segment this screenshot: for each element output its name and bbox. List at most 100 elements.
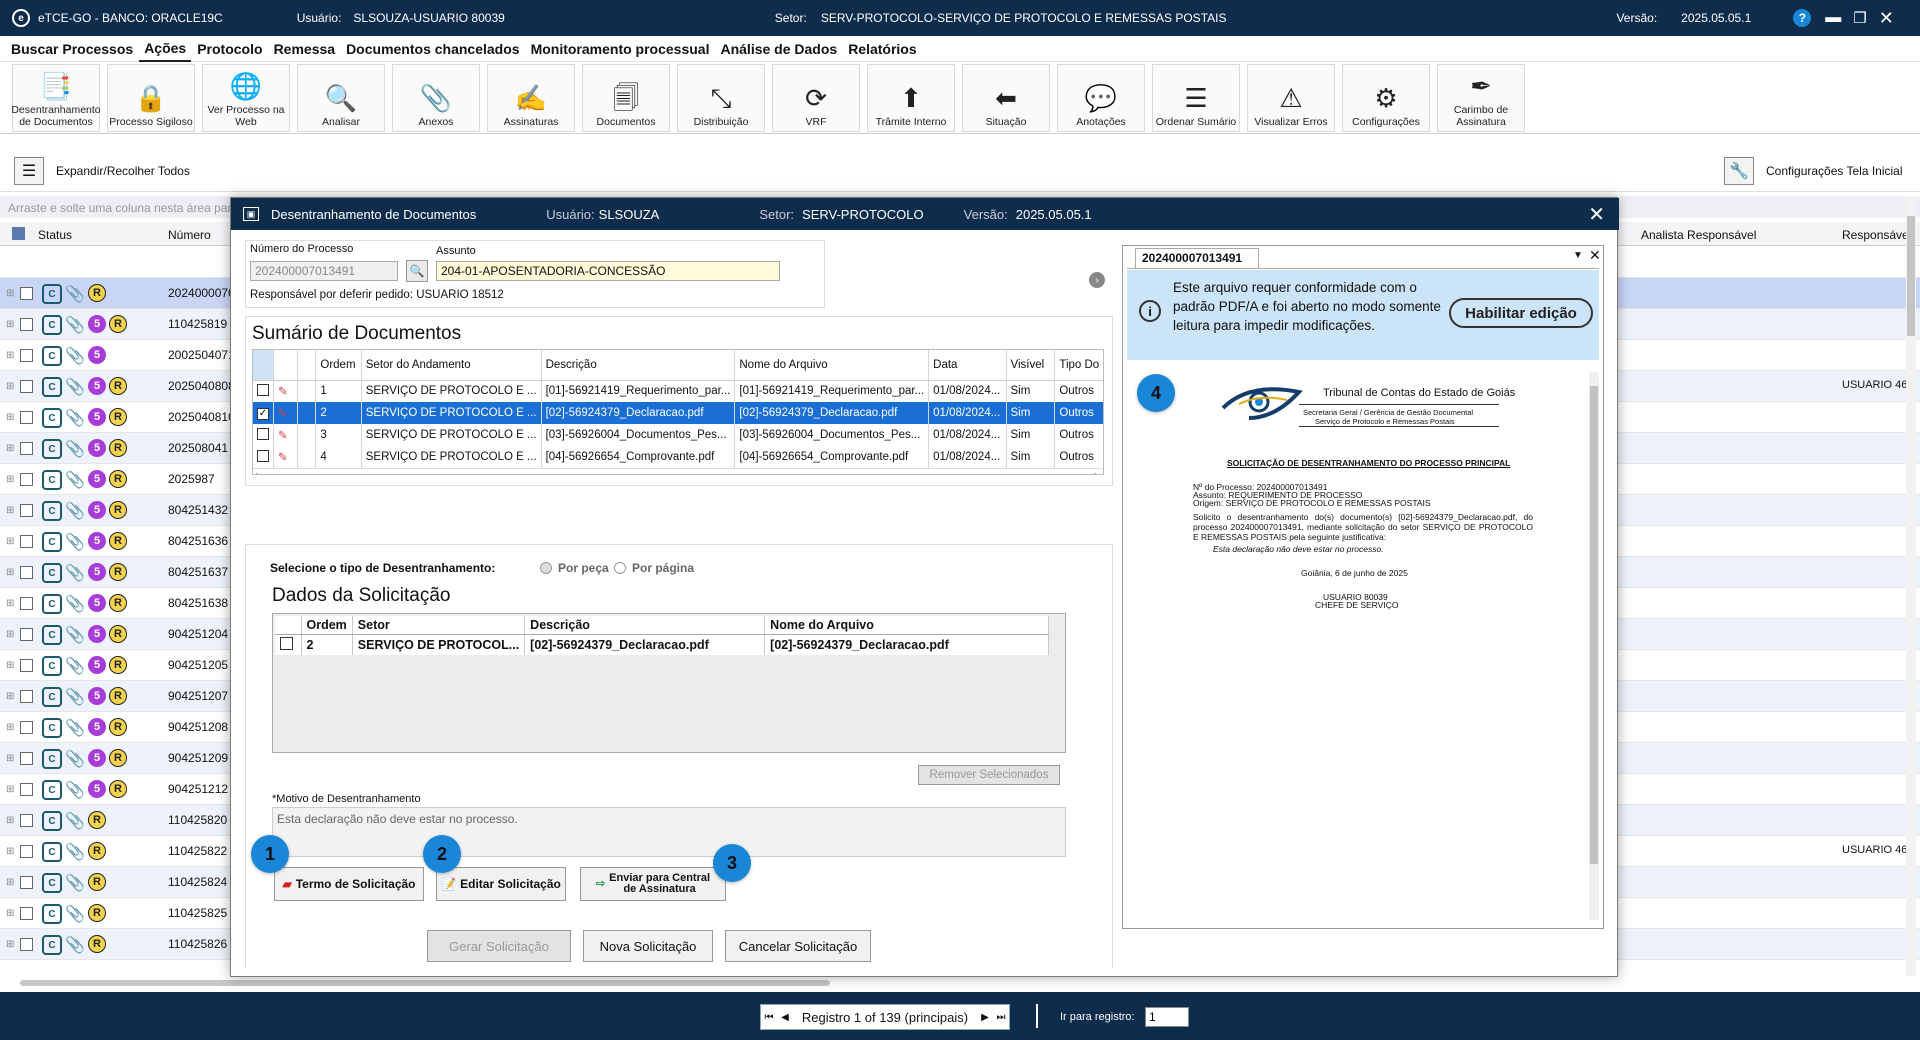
pdf-tab[interactable]: 202400007013491 (1135, 248, 1259, 268)
config-home-button[interactable]: Configurações Tela Inicial (1766, 164, 1903, 178)
expand-row-icon[interactable]: ⊞ (6, 567, 14, 578)
ribbon-button-2[interactable]: 🌐 Ver Processo na Web (202, 64, 290, 132)
minimize-icon[interactable]: ▬ (1825, 9, 1841, 27)
expand-row-icon[interactable]: ⊞ (6, 350, 14, 361)
expand-row-icon[interactable]: ⊞ (6, 412, 14, 423)
prev-page-icon[interactable]: ◀ (777, 1012, 793, 1023)
row-checkbox[interactable] (20, 318, 33, 331)
ribbon-button-5[interactable]: ✍ Assinaturas (487, 64, 575, 132)
grid-vscrollbar[interactable] (1906, 196, 1916, 976)
row-checkbox[interactable] (20, 938, 33, 951)
goto-input[interactable] (1145, 1007, 1189, 1027)
ribbon-button-13[interactable]: ⚠ Visualizar Erros (1247, 64, 1335, 132)
motivo-textarea[interactable]: Esta declaração não deve estar no proces… (272, 807, 1066, 857)
ribbon-button-8[interactable]: ⟳ VRF (772, 64, 860, 132)
expand-row-icon[interactable]: ⊞ (6, 598, 14, 609)
help-icon[interactable]: ? (1793, 9, 1812, 27)
ribbon-button-10[interactable]: ⬅ Situação (962, 64, 1050, 132)
row-checkbox[interactable] (20, 411, 33, 424)
row-checkbox[interactable] (20, 349, 33, 362)
pdf-vscrollbar[interactable] (1589, 372, 1599, 920)
sumario-checkbox-cell[interactable] (253, 380, 274, 402)
sumario-row[interactable]: ✎ 4 SERVIÇO DE PROTOCOLO E ... [04]-5692665… (253, 446, 1103, 468)
ribbon-button-15[interactable]: ✒ Carimbo de Assinatura (1437, 64, 1525, 132)
radio-por-peca[interactable] (540, 562, 552, 574)
menu-item-7[interactable]: Relatórios (843, 37, 921, 61)
col-numero[interactable]: Número (168, 228, 211, 242)
expand-collapse-icon[interactable]: ☰ (14, 157, 44, 185)
cancelar-solicitacao-button[interactable]: Cancelar Solicitação (725, 930, 871, 962)
tab-close-icon[interactable]: ✕ (1589, 247, 1601, 264)
sum-col-ordem[interactable]: Ordem (315, 350, 362, 381)
expand-row-icon[interactable]: ⊞ (6, 691, 14, 702)
expand-row-icon[interactable]: ⊞ (6, 722, 14, 733)
menu-item-1[interactable]: Ações (139, 36, 192, 62)
remover-selecionados-button[interactable]: Remover Selecionados (918, 765, 1060, 785)
expand-row-icon[interactable]: ⊞ (6, 474, 14, 485)
sumario-checkbox-cell[interactable] (253, 446, 274, 468)
numero-input[interactable]: 202400007013491 (250, 261, 398, 281)
tab-dropdown-icon[interactable]: ▼ (1573, 250, 1583, 261)
wrench-icon[interactable]: 🔧 (1724, 157, 1754, 185)
sumario-checkbox[interactable] (257, 383, 269, 396)
row-checkbox[interactable] (20, 442, 33, 455)
menu-item-3[interactable]: Remessa (269, 37, 341, 61)
first-page-icon[interactable]: ⏮ (761, 1012, 777, 1023)
ribbon-button-0[interactable]: 📑 Desentranhamento de Documentos (11, 64, 101, 132)
column-chooser-icon[interactable] (12, 227, 25, 240)
nova-solicitacao-button[interactable]: Nova Solicitação (583, 930, 713, 962)
sumario-row[interactable]: ✓ ✎ 2 SERVIÇO DE PROTOCOLO E ... [02]-569243… (253, 402, 1103, 424)
gerar-solicitacao-button[interactable]: Gerar Solicitação (427, 930, 571, 962)
row-checkbox[interactable] (20, 752, 33, 765)
expand-row-icon[interactable]: ⊞ (6, 753, 14, 764)
row-checkbox[interactable] (20, 535, 33, 548)
dados-col-arquivo[interactable]: Nome do Arquivo (764, 616, 1049, 635)
row-checkbox[interactable] (20, 783, 33, 796)
ribbon-button-3[interactable]: 🔍 Analisar (297, 64, 385, 132)
row-checkbox[interactable] (20, 628, 33, 641)
row-checkbox[interactable] (20, 597, 33, 610)
expand-row-icon[interactable]: ⊞ (6, 784, 14, 795)
row-checkbox[interactable] (20, 473, 33, 486)
expand-row-icon[interactable]: ⊞ (6, 815, 14, 826)
expand-row-icon[interactable]: ⊞ (6, 939, 14, 950)
sumario-row[interactable]: ✎ 1 SERVIÇO DE PROTOCOLO E ... [01]-5692141… (253, 380, 1103, 402)
search-icon[interactable]: 🔍 (406, 260, 428, 282)
termo-solicitacao-button[interactable]: ▰ Termo de Solicitação (274, 867, 424, 901)
menu-item-6[interactable]: Análise de Dados (715, 37, 842, 61)
sumario-checkbox[interactable] (257, 427, 269, 440)
sumario-checkbox[interactable]: ✓ (257, 407, 269, 420)
sum-col-setor[interactable]: Setor do Andamento (361, 350, 542, 381)
ribbon-button-9[interactable]: ⬆ Trâmite Interno (867, 64, 955, 132)
menu-item-4[interactable]: Documentos chancelados (341, 37, 525, 61)
expand-row-icon[interactable]: ⊞ (6, 908, 14, 919)
ribbon-button-12[interactable]: ☰ Ordenar Sumário (1152, 64, 1240, 132)
radio-por-pagina[interactable] (614, 562, 626, 574)
row-checkbox[interactable] (20, 504, 33, 517)
row-checkbox[interactable] (20, 721, 33, 734)
ribbon-button-11[interactable]: 💬 Anotações (1057, 64, 1145, 132)
menu-item-5[interactable]: Monitoramento processual (526, 37, 715, 61)
habilitar-edicao-button[interactable]: Habilitar edição (1449, 298, 1593, 328)
sum-col-data[interactable]: Data (928, 350, 1007, 381)
last-page-icon[interactable]: ⏭ (993, 1012, 1009, 1023)
expand-row-icon[interactable]: ⊞ (6, 381, 14, 392)
row-checkbox[interactable] (20, 566, 33, 579)
ribbon-button-14[interactable]: ⚙ Configurações (1342, 64, 1430, 132)
expand-row-icon[interactable]: ⊞ (6, 443, 14, 454)
ribbon-button-6[interactable]: 🗐 Documentos (582, 64, 670, 132)
sum-col-visivel[interactable]: Visível (1006, 350, 1056, 381)
expand-row-icon[interactable]: ⊞ (6, 846, 14, 857)
expand-row-icon[interactable]: ⊞ (6, 319, 14, 330)
menu-item-0[interactable]: Buscar Processos (6, 37, 138, 61)
sum-col-arquivo[interactable]: Nome do Arquivo (734, 350, 930, 381)
sum-col-descricao[interactable]: Descrição (541, 350, 736, 381)
expand-collapse-button[interactable]: Expandir/Recolher Todos (56, 164, 190, 178)
sum-col-tipo[interactable]: Tipo Do (1054, 350, 1103, 381)
row-checkbox[interactable] (20, 814, 33, 827)
row-checkbox[interactable] (20, 659, 33, 672)
grid-hscrollbar[interactable] (20, 980, 830, 986)
next-page-icon[interactable]: ▶ (977, 1012, 993, 1023)
sumario-checkbox-cell[interactable]: ✓ (253, 402, 274, 424)
next-arrow-icon[interactable]: › (1089, 272, 1105, 288)
